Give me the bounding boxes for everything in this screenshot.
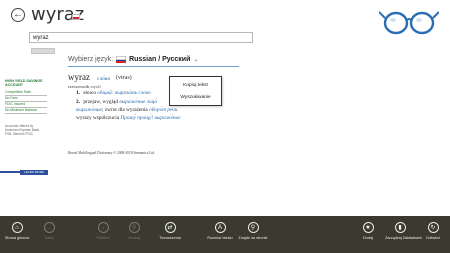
download-button[interactable]: ↓ Pobierz — [88, 222, 118, 240]
home-icon: ⌂ — [11, 222, 23, 233]
copyright: Berzel Multilingual Dictionary © 2000-20… — [68, 151, 156, 155]
sense-russian[interactable]: Прошу́ прощу́! выраже́ние — [120, 115, 180, 121]
context-menu: Kopiuj tekst Wyszukiwanie — [169, 76, 222, 106]
translations-label: Tłumaczenia — [159, 236, 181, 240]
refresh-button[interactable]: ↻ Odśwież — [418, 222, 448, 240]
sense-number: 2. — [76, 99, 80, 105]
ad-learn-more-button[interactable]: LEARN MORE — [20, 170, 48, 175]
menu-item-search[interactable]: Wyszukiwanie — [170, 95, 221, 100]
sense-2: 2. przejaw, wygląd выраже́ние лица́ — [76, 99, 157, 105]
back-button[interactable]: ← — [11, 8, 25, 22]
poland-flag-icon — [72, 14, 80, 20]
divider — [68, 66, 239, 67]
bookmark-icon: ▮ — [394, 222, 406, 233]
language-selector[interactable]: Wybierz język: Russian / Русский ⌄ — [68, 56, 199, 64]
back-arrow-icon: ← — [13, 9, 23, 20]
text-size-label: Rozmiar tekstu — [207, 236, 233, 240]
headword-ipa: (vɨras) — [116, 75, 132, 81]
find-on-page-button[interactable]: ⚲ Znajdź na stronie — [238, 222, 268, 240]
russia-flag-icon — [116, 56, 127, 64]
download-icon: ↓ — [97, 222, 109, 233]
add-label: Dodaj — [363, 236, 373, 240]
find-label: Znajdź na stronie — [238, 236, 268, 240]
language-label: Wybierz język: — [68, 56, 114, 63]
search-button-appbar[interactable]: ⚲ Szukaj — [119, 222, 149, 240]
sense-russian[interactable]: общий: вырази́ть слово — [97, 90, 150, 96]
find-icon: ⚲ — [247, 222, 259, 233]
menu-item-copy-text[interactable]: Kopiuj tekst — [170, 83, 221, 88]
chevron-down-icon: ⌄ — [193, 57, 199, 63]
sense-russian[interactable]: выраже́ние — [76, 107, 102, 113]
manage-bookmarks-button[interactable]: ▮ Zarządzaj Zakładkami — [385, 222, 423, 240]
sense-text: wyrazy współczucia — [76, 115, 120, 121]
sense-russian[interactable]: выраже́ние лица́ — [119, 99, 157, 105]
ad-links: Competitive Rate No Fees FDIC Insured No… — [5, 90, 47, 115]
gender-label: męski — [90, 84, 101, 89]
sense-text: przejaw, wygląd — [83, 99, 118, 105]
text-size-icon: A — [214, 222, 226, 233]
star-icon: ★ — [362, 222, 374, 233]
language-selected: Russian / Русский — [129, 56, 191, 63]
sense-text: słowo — [83, 90, 96, 96]
search-icon: ⚲ — [128, 222, 140, 233]
sense-number: 1. — [76, 90, 80, 96]
home-button[interactable]: ⌂ Strona główna — [2, 222, 32, 240]
search-input[interactable] — [29, 32, 253, 43]
part-of-speech: rzeczownik męski — [68, 84, 101, 89]
text-size-button[interactable]: A Rozmiar tekstu — [205, 222, 235, 240]
sense-1: 1. słowo общий: вырази́ть слово — [76, 90, 151, 96]
search-label: Szukaj — [128, 236, 140, 240]
pos-label: rzeczownik — [68, 84, 90, 89]
sense-text: ; zwrot dla wyrażenia — [102, 107, 148, 113]
sense-russian[interactable]: оборо́т речи — [149, 107, 177, 113]
refresh-icon: ↻ — [427, 222, 439, 233]
manage-bookmarks-label: Zarządzaj Zakładkami — [385, 236, 423, 240]
ad-link[interactable]: No Minimum Balance — [5, 108, 47, 115]
refresh-label: Odśwież — [425, 236, 441, 240]
search-button[interactable] — [31, 48, 55, 54]
sense-2-continuation: выраже́ние; zwrot dla wyrażenia оборо́т … — [76, 107, 177, 113]
download-label: Pobierz — [96, 236, 110, 240]
forward-label: Dalej — [44, 236, 54, 240]
ad-note: Accounts offered by American Express Ban… — [5, 124, 40, 136]
forward-button[interactable]: → Dalej — [34, 222, 64, 240]
sense-2-continuation-2: wyrazy współczucia Прошу́ прощу́! выраже… — [76, 115, 181, 121]
translate-icon: ⇄ — [164, 222, 176, 233]
home-label: Strona główna — [4, 236, 30, 240]
translations-button[interactable]: ⇄ Tłumaczenia — [155, 222, 185, 240]
ad-divider — [0, 171, 20, 173]
ad-title: HIGH YIELD SAVINGS ACCOUNT — [5, 79, 43, 88]
forward-icon: → — [43, 222, 55, 233]
glasses-logo-icon — [379, 11, 439, 35]
add-button[interactable]: ★ Dodaj — [353, 222, 383, 240]
headword: wyraz — [68, 72, 90, 82]
headword-transliteration[interactable]: сло́во — [97, 76, 110, 82]
